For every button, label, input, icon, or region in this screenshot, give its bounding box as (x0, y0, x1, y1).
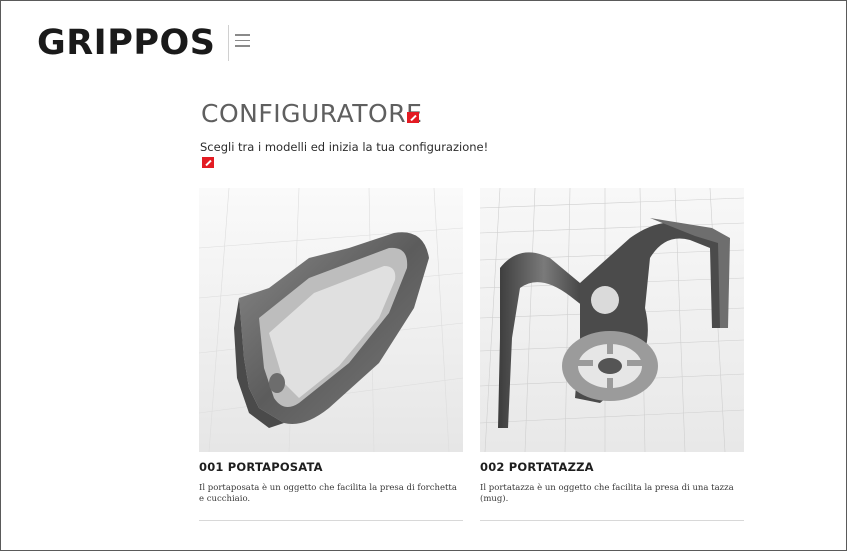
logo-divider (228, 25, 229, 61)
product-card-portaposata[interactable]: 001 PORTAPOSATA Il portaposata è un ogge… (199, 188, 463, 521)
edit-icon[interactable] (407, 112, 419, 123)
portatazza-image[interactable] (480, 188, 744, 452)
product-title[interactable]: 001 PORTAPOSATA (199, 460, 323, 474)
product-description: Il portaposata è un oggetto che facilita… (199, 483, 457, 504)
site-header: GRIPPOS (1, 1, 846, 71)
product-title[interactable]: 002 PORTATAZZA (480, 460, 594, 474)
hamburger-icon (235, 34, 250, 36)
product-description: Il portatazza è un oggetto che facilita … (480, 483, 734, 504)
hamburger-menu-button[interactable] (235, 34, 250, 48)
divider (199, 520, 463, 521)
page-title: CONFIGURATORE (201, 99, 423, 128)
page-subtitle: Scegli tra i modelli ed inizia la tua co… (200, 140, 489, 154)
portaposata-image[interactable] (199, 188, 463, 452)
product-card-portatazza[interactable]: 002 PORTATAZZA Il portatazza è un oggett… (480, 188, 744, 521)
edit-icon[interactable] (202, 157, 214, 168)
divider (480, 520, 744, 521)
site-logo[interactable]: GRIPPOS (37, 23, 215, 63)
